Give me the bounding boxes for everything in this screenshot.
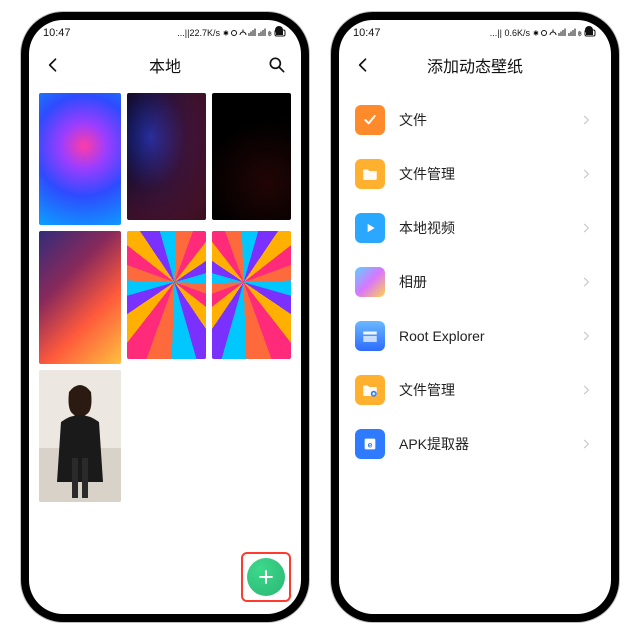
svg-text:฿: ฿ [268,31,272,38]
page-title: 添加动态壁纸 [427,53,523,77]
list-item-file-manager-2[interactable]: 文件管理 [339,363,611,417]
camera-notch [275,26,283,34]
header: 添加动态壁纸 [339,44,611,87]
list-item-files[interactable]: 文件 [339,93,611,147]
wallpaper-thumb[interactable] [127,231,206,358]
wallpaper-thumb[interactable] [39,231,121,363]
chevron-left-icon [43,55,63,75]
list-item-label: 文件管理 [399,164,565,184]
list-item-label: APK提取器 [399,434,565,454]
svg-text:฿: ฿ [578,31,582,38]
apk-icon: e [355,429,385,459]
chevron-right-icon [579,275,593,289]
chevron-right-icon [579,437,593,451]
status-net: ...||22.7K/s [177,28,220,38]
plus-icon [256,567,276,587]
list-item-file-manager[interactable]: 文件管理 [339,147,611,201]
wallpaper-thumb[interactable] [39,370,121,502]
wallpaper-grid-container [29,87,301,614]
svg-text:✱: ✱ [533,30,539,38]
root-explorer-icon [355,321,385,351]
list-item-label: 文件 [399,110,565,130]
svg-text:e: e [368,439,373,449]
search-icon [267,55,287,75]
wallpaper-thumb[interactable] [127,93,206,220]
source-list: 文件 文件管理 本地视频 相册 [339,87,611,614]
page-title: 本地 [149,53,181,77]
header: 本地 [29,44,301,87]
chevron-right-icon [579,113,593,127]
wallpaper-thumb[interactable] [39,93,121,225]
svg-text:✱: ✱ [223,30,229,38]
list-item-root-explorer[interactable]: Root Explorer [339,309,611,363]
list-item-label: Root Explorer [399,328,565,344]
list-item-gallery[interactable]: 相册 [339,255,611,309]
wallpaper-thumb[interactable] [212,93,291,220]
chevron-right-icon [579,167,593,181]
screen-right: 10:47 ...|| 0.6K/s ✱ ฿ 添加动态壁纸 [339,20,611,614]
chevron-left-icon [353,55,373,75]
phone-right: 10:47 ...|| 0.6K/s ✱ ฿ 添加动态壁纸 [331,12,619,622]
back-button[interactable] [31,44,75,86]
chevron-right-icon [579,329,593,343]
add-wallpaper-button[interactable] [247,558,285,596]
status-right: ...|| 0.6K/s ✱ ฿ [490,28,597,38]
chevron-right-icon [579,383,593,397]
add-button-highlight [241,552,291,602]
list-item-apk-extractor[interactable]: e APK提取器 [339,417,611,471]
status-time: 10:47 [43,27,71,39]
list-item-label: 相册 [399,272,565,292]
gallery-icon [355,267,385,297]
status-time: 10:47 [353,27,381,39]
status-bar: 10:47 ...||22.7K/s ✱ ฿ [29,20,301,44]
back-button[interactable] [341,44,385,86]
search-button[interactable] [255,44,299,86]
check-icon [355,105,385,135]
wallpaper-grid [29,87,301,508]
phone-left: 10:47 ...||22.7K/s ✱ ฿ 本地 [21,12,309,622]
person-photo [39,370,121,502]
list-item-label: 文件管理 [399,380,565,400]
list-item-local-video[interactable]: 本地视频 [339,201,611,255]
list-item-label: 本地视频 [399,218,565,238]
wallpaper-thumb[interactable] [212,231,291,358]
screen-left: 10:47 ...||22.7K/s ✱ ฿ 本地 [29,20,301,614]
status-net: ...|| 0.6K/s [490,28,530,38]
folder-icon [355,159,385,189]
folder-icon [355,375,385,405]
status-right: ...||22.7K/s ✱ ฿ [177,28,287,38]
video-icon [355,213,385,243]
camera-notch [585,26,593,34]
chevron-right-icon [579,221,593,235]
status-bar: 10:47 ...|| 0.6K/s ✱ ฿ [339,20,611,44]
